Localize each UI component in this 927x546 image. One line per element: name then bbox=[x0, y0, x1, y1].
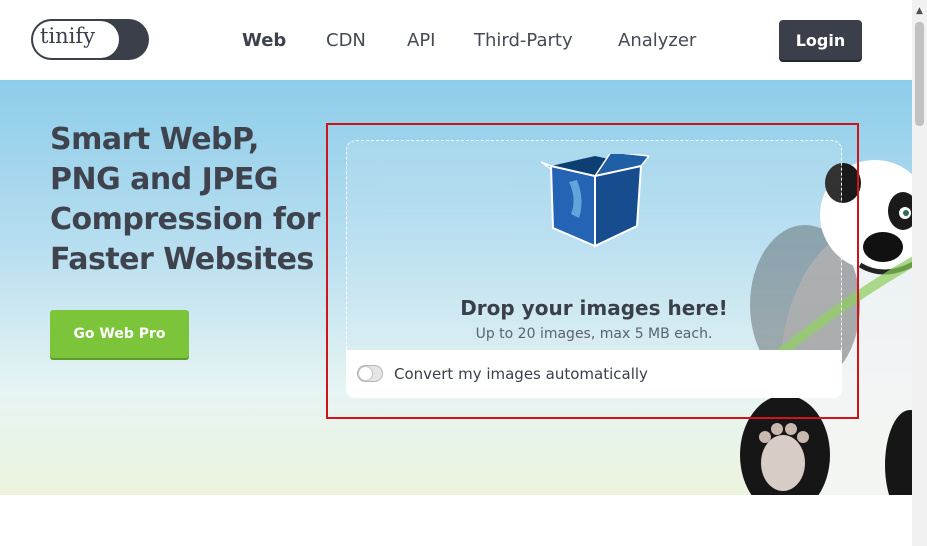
nav-cdn[interactable]: CDN bbox=[326, 30, 366, 52]
go-web-pro-button[interactable]: Go Web Pro bbox=[50, 310, 189, 358]
nav-third-party[interactable]: Third-Party bbox=[474, 30, 573, 52]
tinify-logo[interactable]: tinify bbox=[30, 18, 150, 61]
highlight-box bbox=[326, 123, 859, 419]
site-header: tinify Web CDN API Third-Party Analyzer … bbox=[0, 0, 912, 80]
login-button[interactable]: Login bbox=[779, 20, 862, 60]
logo-text: tinify bbox=[40, 24, 96, 48]
scroll-up-arrow-icon[interactable]: ▲ bbox=[912, 6, 927, 16]
nav-web[interactable]: Web bbox=[242, 30, 286, 52]
nav-analyzer[interactable]: Analyzer bbox=[618, 30, 696, 52]
hero-headline: Smart WebP, PNG and JPEG Compression for… bbox=[50, 122, 320, 277]
nav-api[interactable]: API bbox=[407, 30, 435, 52]
scrollbar-thumb[interactable] bbox=[915, 22, 924, 126]
